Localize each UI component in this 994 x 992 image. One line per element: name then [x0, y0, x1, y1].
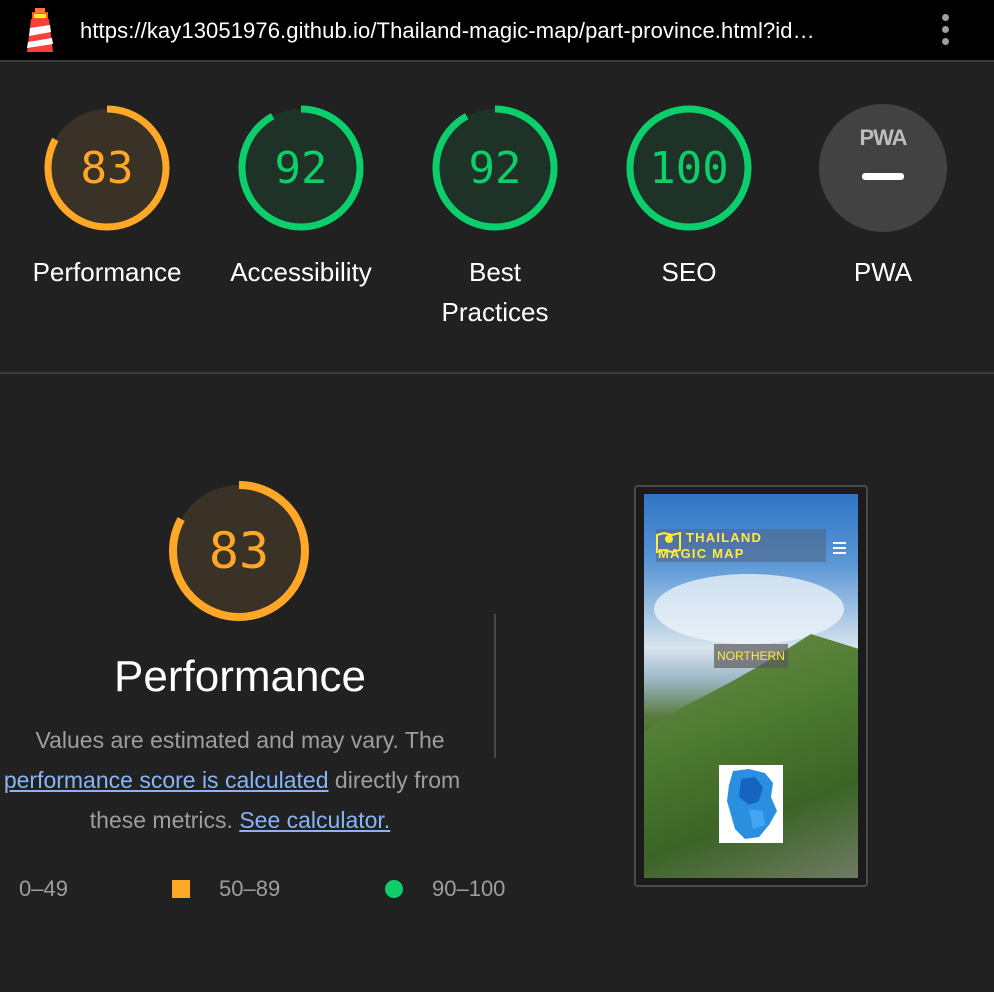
gauge-pwa[interactable]: PWA [818, 103, 948, 233]
legend-pass-range: 90–100 [432, 876, 506, 901]
brand-line1: THAILAND [686, 530, 763, 545]
gauge-label-best-practices: Best Practices [400, 252, 590, 332]
legend-average-range: 50–89 [219, 876, 281, 901]
gauge-score: 83 [80, 142, 134, 194]
hamburger-icon [833, 542, 846, 557]
description-text: directly from [328, 767, 461, 793]
performance-title: Performance [114, 652, 366, 701]
description-line: Values are estimated and may vary. The [35, 727, 445, 753]
legend-fail: 0–49 [19, 876, 68, 902]
more-vert-icon[interactable] [936, 14, 954, 50]
brand-text: THAILAND MAGIC MAP [658, 530, 762, 562]
gauge-label-performance: Performance [32, 257, 182, 287]
gauge-score: 92 [274, 142, 328, 194]
score-calculation-link[interactable]: performance score is calculated [4, 767, 329, 793]
legend-pass-circle-icon [385, 880, 403, 898]
performance-score: 83 [208, 522, 270, 580]
gauge-best-practices[interactable]: 92 [430, 103, 560, 233]
performance-description: Values are estimated and may vary. The p… [0, 720, 480, 840]
description-line: these metrics. See calculator. [0, 800, 480, 840]
pwa-badge: PWA [859, 125, 907, 150]
gauge-label-seo: SEO [661, 257, 717, 287]
gauge-performance[interactable]: 83 [42, 103, 172, 233]
legend-pass: 90–100 [432, 876, 505, 902]
see-calculator-link[interactable]: See calculator. [239, 807, 390, 833]
performance-gauge-large: 83 [166, 478, 312, 624]
browser-toolbar: https://kay13051976.github.io/Thailand-m… [0, 0, 994, 62]
legend-average: 50–89 [219, 876, 280, 902]
gauge-score: 92 [468, 142, 522, 194]
gauge-seo[interactable]: 100 [624, 103, 754, 233]
gauge-label-text: Best Practices [441, 257, 549, 327]
gauge-label-pwa: PWA [853, 257, 913, 287]
pwa-dash-icon [862, 173, 904, 180]
final-screenshot: THAILAND MAGIC MAP NORTHERN [644, 494, 858, 878]
url-text[interactable]: https://kay13051976.github.io/Thailand-m… [80, 18, 815, 44]
cloud-image [654, 574, 844, 644]
description-text: these metrics. [89, 807, 240, 833]
mini-map-image [719, 765, 783, 843]
gauge-label-accessibility: Accessibility [230, 257, 372, 287]
gauge-score: 100 [649, 142, 729, 194]
legend-fail-range: 0–49 [19, 876, 68, 901]
gauge-accessibility[interactable]: 92 [236, 103, 366, 233]
description-line: performance score is calculated directly… [0, 760, 480, 800]
legend-average-square-icon [172, 880, 190, 898]
site-brand: THAILAND MAGIC MAP [656, 529, 826, 562]
region-tag: NORTHERN [714, 644, 788, 668]
section-divider [0, 372, 994, 374]
lighthouse-icon [27, 8, 53, 52]
brand-line2: MAGIC MAP [658, 546, 745, 561]
vertical-separator [494, 614, 496, 758]
